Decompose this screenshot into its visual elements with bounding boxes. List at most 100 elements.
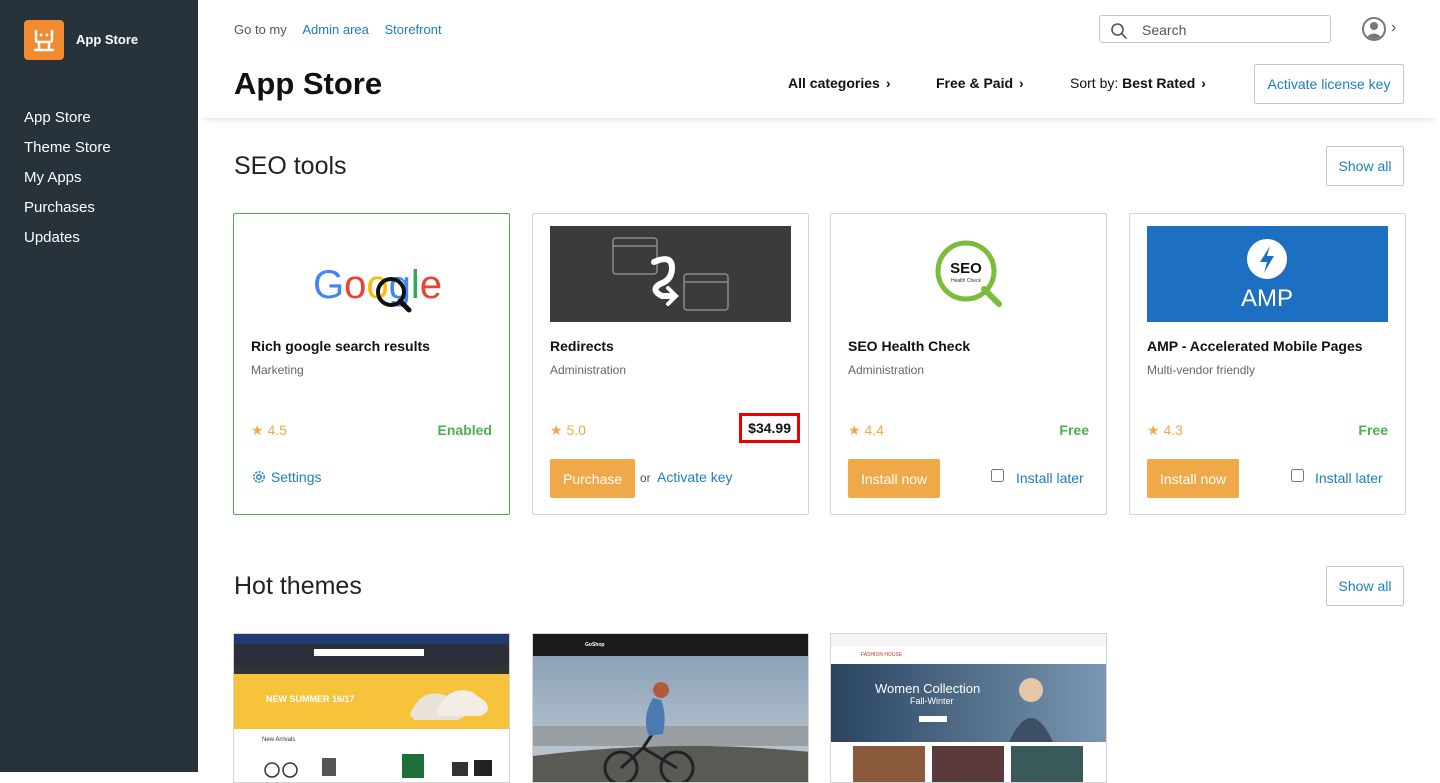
activate-key-link[interactable]: Activate key <box>657 469 732 485</box>
chevron-right-icon: › <box>885 75 891 91</box>
app-status: Enabled <box>437 422 492 438</box>
redirect-icon <box>612 237 729 311</box>
seo-magnifier-icon: SEO Health Check <box>935 240 1002 307</box>
app-rating: ★ 4.4 <box>848 422 884 439</box>
seo-section-title: SEO tools <box>234 152 347 180</box>
theme-tile <box>853 746 925 782</box>
search-input[interactable] <box>1140 19 1324 41</box>
seo-logo-subtext: Health Check <box>951 278 982 284</box>
cyclist-image <box>533 656 808 782</box>
theme-nav <box>234 666 509 674</box>
star-icon: ★ <box>848 422 861 438</box>
sidebar-item-my-apps[interactable]: My Apps <box>24 168 111 198</box>
sidebar-item-app-store[interactable]: App Store <box>24 108 111 138</box>
star-icon: ★ <box>1147 422 1160 438</box>
app-category: Multi-vendor friendly <box>1147 363 1256 377</box>
app-card-amp[interactable]: AMP AMP - Accelerated Mobile Pages Multi… <box>1129 213 1406 515</box>
app-card-rich-google[interactable]: Google Rich google search results Market… <box>233 213 510 515</box>
install-later-checkbox[interactable] <box>1291 469 1304 482</box>
price-label: Free & Paid <box>936 75 1014 91</box>
themes-section-title: Hot themes <box>234 572 362 600</box>
rating-value: 4.5 <box>267 422 287 438</box>
google-logo-icon: Google <box>313 263 442 313</box>
app-image <box>550 226 791 322</box>
purchase-button[interactable]: Purchase <box>550 459 636 498</box>
star-icon: ★ <box>251 422 264 438</box>
star-icon: ★ <box>550 422 563 438</box>
install-later-link[interactable]: Install later <box>1315 470 1383 486</box>
app-category: Administration <box>550 363 627 377</box>
sneakers-image <box>410 690 488 720</box>
app-card-seo-health[interactable]: SEO Health Check SEO Health Check Admini… <box>830 213 1107 515</box>
store-logo-icon <box>33 29 55 52</box>
sort-label: Sort by: <box>1070 75 1119 91</box>
amp-logo-text: AMP <box>1241 285 1293 312</box>
winter-banner-image <box>831 664 1106 742</box>
theme-topbar <box>831 634 1106 646</box>
price-filter[interactable]: Free & Paid › <box>936 75 1024 91</box>
app-rating: ★ 5.0 <box>550 422 586 439</box>
app-category: Administration <box>848 363 925 377</box>
sidebar-item-updates[interactable]: Updates <box>24 228 111 258</box>
search-box <box>1099 15 1331 43</box>
chevron-right-icon: › <box>1019 75 1024 91</box>
products-image <box>264 754 492 778</box>
activate-license-button[interactable]: Activate license key <box>1254 64 1404 104</box>
app-logo[interactable] <box>24 20 64 60</box>
sidebar: App Store App Store Theme Store My Apps … <box>0 0 198 772</box>
theme-card-2[interactable]: GoShop <box>532 633 809 783</box>
sidebar-nav: App Store Theme Store My Apps Purchases … <box>24 108 111 258</box>
theme-banner-text: NEW SUMMER 16/17 <box>266 694 355 704</box>
goto-bar: Go to my Admin area Storefront <box>234 22 442 37</box>
sidebar-item-theme-store[interactable]: Theme Store <box>24 138 111 168</box>
install-now-button[interactable]: Install now <box>848 459 941 498</box>
app-rating: ★ 4.3 <box>1147 422 1183 439</box>
install-now-button[interactable]: Install now <box>1147 459 1240 498</box>
user-avatar[interactable] <box>1362 17 1386 41</box>
settings-link[interactable]: Settings <box>251 469 321 485</box>
rating-value: 4.4 <box>864 422 884 438</box>
sort-filter[interactable]: Sort by: Best Rated › <box>1070 75 1206 91</box>
amp-logo-icon: AMP <box>1241 239 1293 312</box>
or-text: or <box>640 471 651 485</box>
app-rating: ★ 4.5 <box>251 422 287 439</box>
app-image: Google <box>251 226 492 322</box>
app-name: SEO Health Check <box>848 338 971 354</box>
settings-label: Settings <box>270 469 322 485</box>
admin-area-link[interactable]: Admin area <box>302 22 368 37</box>
user-icon <box>1365 22 1383 39</box>
goto-label: Go to my <box>234 22 287 37</box>
header: Go to my Admin area Storefront › App Sto… <box>198 0 1440 118</box>
rating-value: 4.3 <box>1163 422 1183 438</box>
theme-card-3[interactable]: FASHION HOUSE Women Collection Fall-Wint… <box>830 633 1107 783</box>
categories-label: All categories <box>788 75 880 91</box>
main-content: Go to my Admin area Storefront › App Sto… <box>198 0 1440 783</box>
sidebar-item-purchases[interactable]: Purchases <box>24 198 111 228</box>
themes-show-all-button[interactable]: Show all <box>1326 566 1404 606</box>
install-later-checkbox[interactable] <box>991 469 1004 482</box>
theme-search-bar <box>314 649 424 656</box>
theme-brand: FASHION HOUSE <box>861 652 903 658</box>
theme-tile <box>1011 746 1083 782</box>
theme-headline: Women Collection <box>875 681 981 696</box>
app-status: Free <box>1059 422 1089 438</box>
app-image: AMP <box>1147 226 1388 322</box>
user-menu-chevron-icon[interactable]: › <box>1391 19 1396 37</box>
app-name: Redirects <box>550 338 614 354</box>
theme-tile <box>932 746 1004 782</box>
app-image: SEO Health Check <box>848 226 1089 322</box>
app-status: Free <box>1358 422 1388 438</box>
search-icon <box>1111 23 1127 39</box>
svg-text:Google: Google <box>313 263 442 307</box>
logo-text: App Store <box>76 32 139 47</box>
seo-show-all-button[interactable]: Show all <box>1326 146 1404 186</box>
storefront-link[interactable]: Storefront <box>384 22 441 37</box>
theme-card-1[interactable]: NEW SUMMER 16/17 New Arrivals <box>233 633 510 783</box>
chevron-right-icon: › <box>1201 75 1206 91</box>
install-later-link[interactable]: Install later <box>1016 470 1084 486</box>
rating-value: 5.0 <box>566 422 586 438</box>
categories-filter[interactable]: All categories › <box>788 75 891 91</box>
app-name: AMP - Accelerated Mobile Pages <box>1147 338 1363 354</box>
seo-logo-text: SEO <box>950 260 982 277</box>
app-card-redirects[interactable]: Redirects Administration ★ 5.0 $34.99 Pu… <box>532 213 809 515</box>
